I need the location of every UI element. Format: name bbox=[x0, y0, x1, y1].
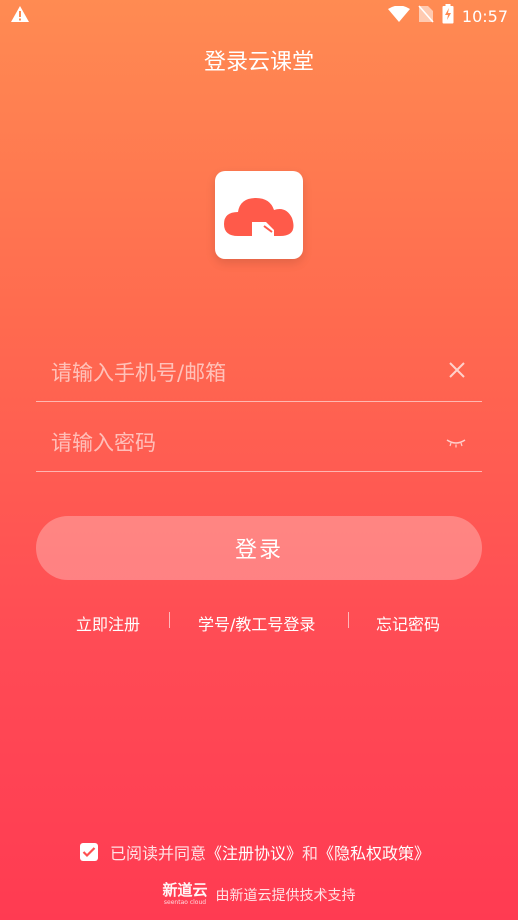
register-link[interactable]: 立即注册 bbox=[76, 611, 140, 635]
privacy-link[interactable]: 《隐私权政策》 bbox=[318, 840, 430, 864]
agreement-checkbox[interactable] bbox=[80, 843, 98, 861]
cloud-logo-icon bbox=[224, 198, 294, 236]
auth-links: 立即注册 学号/教工号登录 忘记密码 bbox=[0, 608, 518, 636]
battery-charging-icon bbox=[442, 4, 454, 28]
agreement-and: 和 bbox=[302, 844, 319, 863]
password-input-placeholder[interactable]: 请输入密码 bbox=[51, 427, 156, 457]
login-button[interactable]: 登录 bbox=[36, 516, 482, 580]
student-id-login-link[interactable]: 学号/教工号登录 bbox=[198, 611, 315, 635]
status-bar: 10:57 bbox=[0, 0, 518, 30]
close-icon[interactable] bbox=[448, 361, 466, 383]
agreement-row: 已阅读并同意 《注册协议》 和 《隐私权政策》 bbox=[80, 840, 430, 864]
password-field[interactable]: 请输入密码 bbox=[36, 411, 482, 472]
eye-closed-icon[interactable] bbox=[446, 433, 466, 452]
warning-icon bbox=[10, 5, 30, 27]
footer: 新道云 seentao cloud 由新道云提供技术支持 bbox=[0, 883, 518, 906]
powered-by-text: 由新道云提供技术支持 bbox=[215, 887, 356, 904]
account-field[interactable]: 请输入手机号/邮箱 bbox=[36, 341, 482, 402]
brand-name: 新道云 bbox=[162, 881, 208, 899]
no-sim-icon bbox=[418, 5, 434, 27]
app-logo bbox=[215, 171, 303, 259]
status-time: 10:57 bbox=[461, 6, 508, 26]
checkmark-icon bbox=[82, 847, 96, 858]
brand-subtitle: seentao cloud bbox=[163, 899, 207, 906]
agreement-prefix: 已阅读并同意 bbox=[110, 844, 207, 863]
divider bbox=[348, 612, 349, 628]
forgot-password-link[interactable]: 忘记密码 bbox=[376, 611, 440, 635]
wifi-icon bbox=[387, 5, 410, 26]
divider bbox=[169, 612, 170, 628]
account-input-placeholder[interactable]: 请输入手机号/邮箱 bbox=[51, 357, 226, 387]
page-title: 登录云课堂 bbox=[203, 50, 314, 75]
brand-logo: 新道云 seentao cloud bbox=[162, 883, 207, 906]
terms-link[interactable]: 《注册协议》 bbox=[206, 840, 302, 864]
